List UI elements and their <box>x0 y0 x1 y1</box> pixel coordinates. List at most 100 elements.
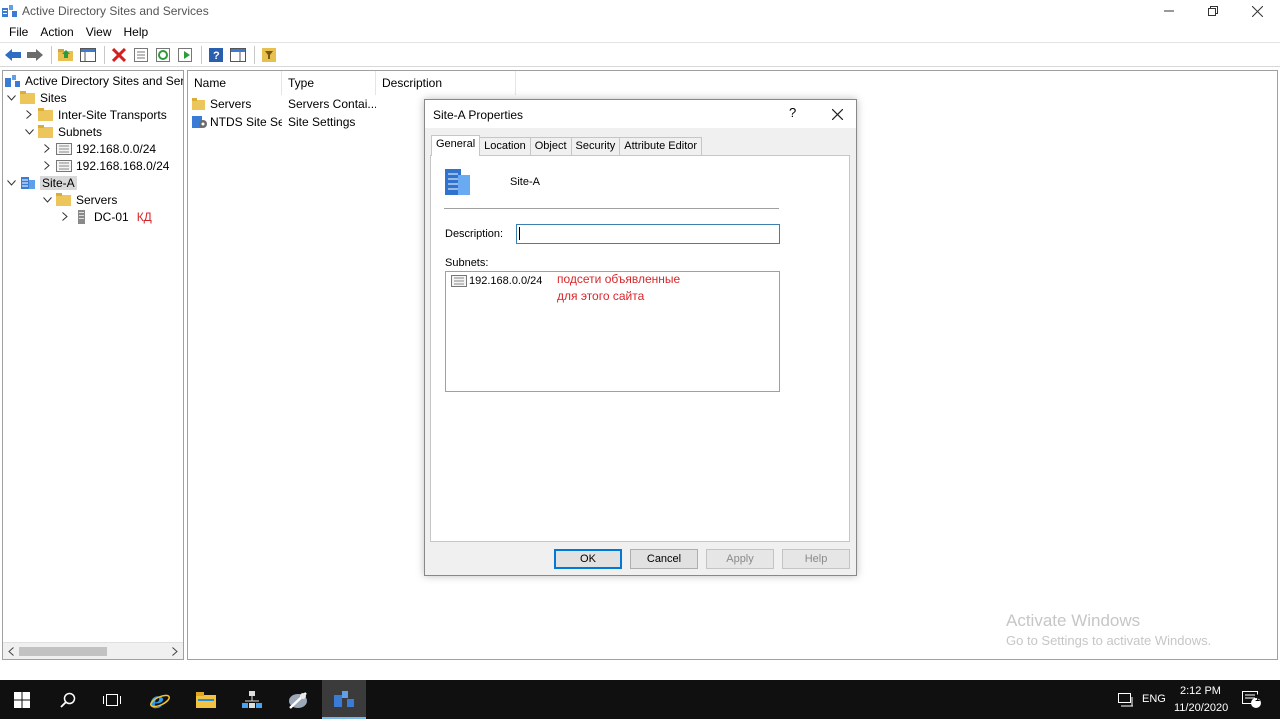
chevron-down-icon[interactable] <box>23 126 35 138</box>
subnets-list[interactable]: 192.168.0.0/24 подсети объявленные для э… <box>445 271 780 392</box>
help-button[interactable]: Help <box>782 549 850 569</box>
scroll-left-icon[interactable] <box>5 645 17 657</box>
tree-root[interactable]: Active Directory Sites and Servic <box>5 72 183 89</box>
export-list-button[interactable] <box>175 45 195 65</box>
input-language[interactable]: ENG <box>1142 693 1166 705</box>
close-window-button[interactable] <box>1234 0 1280 22</box>
properties-icon <box>134 47 148 62</box>
description-label: Description: <box>445 228 504 240</box>
tab-attribute-editor[interactable]: Attribute Editor <box>619 137 703 156</box>
toolbar-separator <box>51 45 52 64</box>
network-tray-button[interactable] <box>1112 680 1140 719</box>
svg-text:?: ? <box>213 50 220 62</box>
tree-item-subnets[interactable]: Subnets <box>23 123 102 140</box>
tree-item-label: Servers <box>76 192 118 207</box>
taskbar-network-app[interactable] <box>230 680 274 719</box>
tab-security[interactable]: Security <box>570 137 621 156</box>
task-view-button[interactable] <box>90 680 134 719</box>
list-cell-type: Site Settings <box>288 115 356 129</box>
tree-item-servers[interactable]: Servers <box>41 191 117 208</box>
refresh-button[interactable] <box>153 45 173 65</box>
taskbar: e ENG 2:12 PM 11/20/2020 1 <box>0 680 1280 719</box>
list-item[interactable]: 192.168.0.0/24 <box>451 275 542 287</box>
list-item[interactable]: Servers Servers Contai... <box>188 95 376 113</box>
column-header-description[interactable]: Description <box>376 71 516 95</box>
filter-button[interactable] <box>259 45 279 65</box>
dialog-help-button[interactable]: ? <box>789 105 796 120</box>
menu-action[interactable]: Action <box>34 22 79 42</box>
clock-date[interactable]: 11/20/2020 <box>1174 702 1228 714</box>
clock-time[interactable]: 2:12 PM <box>1180 685 1221 697</box>
ok-button[interactable]: OK <box>554 549 622 569</box>
start-button[interactable] <box>0 680 44 719</box>
restore-button[interactable] <box>1190 0 1236 22</box>
show-hide-action-pane-button[interactable] <box>228 45 248 65</box>
chevron-down-icon[interactable] <box>5 177 17 189</box>
list-item[interactable]: NTDS Site Se... Site Settings <box>188 113 376 131</box>
search-button[interactable] <box>46 680 90 719</box>
forward-button[interactable] <box>25 45 45 65</box>
chevron-right-icon[interactable] <box>59 211 71 223</box>
tab-object[interactable]: Object <box>529 137 572 156</box>
tree-item-subnet-192-168-168-0[interactable]: 192.168.168.0/24 <box>41 157 169 174</box>
folder-icon <box>38 125 54 139</box>
tab-general[interactable]: General <box>431 135 481 156</box>
scrollbar-thumb[interactable] <box>19 647 107 656</box>
taskbar-file-explorer[interactable] <box>184 680 228 719</box>
apply-button[interactable]: Apply <box>706 549 774 569</box>
minimize-button[interactable] <box>1146 0 1192 22</box>
taskbar-ad-sites-services[interactable] <box>322 680 366 719</box>
menu-file[interactable]: File <box>0 22 34 42</box>
tree-item-subnet-192-168-0-0[interactable]: 192.168.0.0/24 <box>41 140 156 157</box>
chevron-right-icon[interactable] <box>41 160 53 172</box>
properties-button[interactable] <box>131 45 151 65</box>
tree-item-label: Sites <box>40 90 67 105</box>
description-input[interactable] <box>516 224 780 244</box>
taskbar-internet-explorer[interactable]: e <box>138 680 182 719</box>
menu-help[interactable]: Help <box>118 22 155 42</box>
cancel-button[interactable]: Cancel <box>630 549 698 569</box>
show-hide-tree-button[interactable] <box>78 45 98 65</box>
action-center-button[interactable]: 1 <box>1232 680 1272 719</box>
taskbar-tools-app[interactable] <box>276 680 320 719</box>
tree-item-label: Site-A <box>40 175 77 190</box>
chevron-right-icon[interactable] <box>23 109 35 121</box>
toolbar-separator <box>254 45 255 64</box>
tree-item-inter-site-transports[interactable]: Inter-Site Transports <box>23 106 167 123</box>
column-header-name[interactable]: Name <box>188 71 282 95</box>
show-hide-action-pane-icon <box>230 47 246 62</box>
ad-sites-icon <box>5 74 21 88</box>
tab-location[interactable]: Location <box>479 137 531 156</box>
column-header-type[interactable]: Type <box>282 71 376 95</box>
tree-item-label: Inter-Site Transports <box>58 107 167 122</box>
notification-count: 1 <box>1255 693 1261 703</box>
subnet-icon <box>56 142 72 156</box>
tree-item-label: 192.168.0.0/24 <box>76 141 157 156</box>
dialog-close-button[interactable] <box>827 104 847 124</box>
chevron-down-icon[interactable] <box>5 92 17 104</box>
delete-button[interactable] <box>109 45 129 65</box>
tree-horizontal-scrollbar[interactable] <box>3 642 183 659</box>
up-level-button[interactable] <box>56 45 76 65</box>
search-icon <box>60 692 76 708</box>
tree-item-sites[interactable]: Sites <box>5 89 67 106</box>
chevron-right-icon[interactable] <box>41 143 53 155</box>
tree-item-dc-01[interactable]: DC-01 КД <box>59 208 152 225</box>
scroll-right-icon[interactable] <box>169 645 181 657</box>
back-button[interactable] <box>3 45 23 65</box>
restore-icon <box>1208 6 1218 16</box>
folder-icon <box>20 91 36 105</box>
dialog-tabs: General Location Object Security Attribu… <box>431 135 703 156</box>
minimize-icon <box>1164 10 1174 12</box>
menu-view[interactable]: View <box>80 22 118 42</box>
chevron-down-icon[interactable] <box>41 194 53 206</box>
window-title: Active Directory Sites and Services <box>22 4 209 18</box>
site-name: Site-A <box>510 176 540 188</box>
subnet-icon <box>451 275 467 287</box>
help-toolbar-button[interactable]: ? <box>206 45 226 65</box>
toolbar: ? <box>0 42 1280 67</box>
list-item-name: Servers <box>210 97 252 111</box>
back-arrow-icon <box>5 48 21 61</box>
tree-item-site-a[interactable]: Site-A <box>5 174 77 191</box>
dialog-title: Site-A Properties <box>433 108 524 122</box>
